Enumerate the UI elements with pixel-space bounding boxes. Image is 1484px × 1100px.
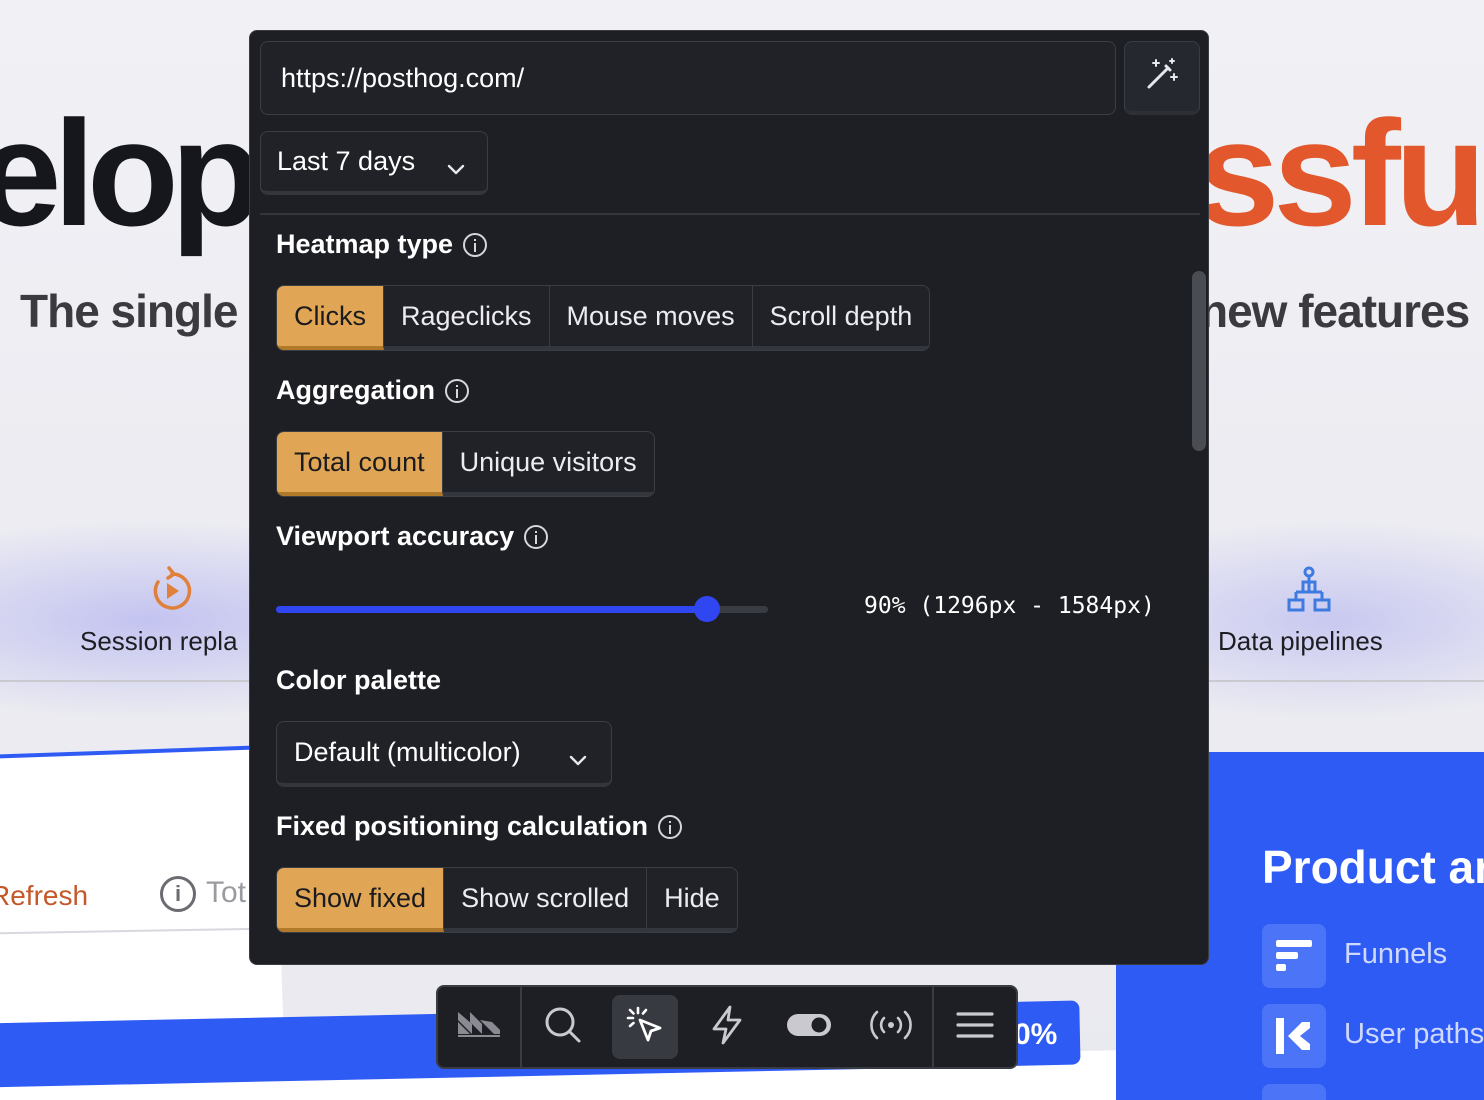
color-palette-select[interactable]: Default (multicolor)	[276, 721, 612, 787]
aggregation-selector: Total count Unique visitors	[276, 431, 655, 497]
slider-handle[interactable]	[694, 596, 720, 622]
user-paths-icon	[1262, 1004, 1326, 1068]
heatmap-type-clicks[interactable]: Clicks	[277, 286, 384, 350]
info-icon[interactable]	[658, 814, 683, 839]
section-title: Aggregation	[276, 375, 435, 405]
hero-heading-fragment: ssful	[1196, 89, 1484, 257]
fixed-positioning-hide[interactable]: Hide	[647, 868, 737, 932]
magic-wand-icon	[1144, 56, 1180, 97]
heatmap-type-selector: Clicks Rageclicks Mouse moves Scroll dep…	[276, 285, 931, 351]
search-button[interactable]	[530, 995, 596, 1059]
info-icon[interactable]	[524, 524, 549, 549]
product-item-label: Funnels	[1344, 938, 1448, 970]
progress-percent: 0%	[1014, 1018, 1058, 1051]
posthog-logo-button[interactable]	[446, 995, 512, 1059]
heatmap-button[interactable]	[612, 995, 678, 1059]
aggregation-heading: Aggregation	[276, 375, 469, 406]
section-title: Fixed positioning calculation	[276, 811, 649, 841]
heatmap-type-rageclicks[interactable]: Rageclicks	[384, 286, 550, 350]
hero-subtitle-fragment: new features	[1200, 285, 1470, 337]
info-icon[interactable]	[463, 232, 488, 257]
heatmap-cursor-icon	[624, 1004, 666, 1051]
total-label: Tot	[206, 876, 247, 909]
data-pipelines-icon	[1286, 566, 1332, 619]
feature-flags-toggle-icon	[786, 1012, 832, 1043]
color-palette-heading: Color palette	[276, 665, 441, 696]
magic-wand-button[interactable]	[1124, 41, 1200, 115]
toolbar-section	[438, 987, 520, 1067]
slider-fill	[276, 606, 707, 613]
scrollbar[interactable]	[1192, 271, 1206, 451]
viewport-accuracy-heading: Viewport accuracy	[276, 521, 549, 552]
fixed-positioning-selector: Show fixed Show scrolled Hide	[276, 867, 738, 933]
session-replay-icon	[150, 566, 194, 617]
product-item-funnels[interactable]: Funnels	[1262, 924, 1484, 988]
feature-flags-button[interactable]	[776, 995, 842, 1059]
aggregation-total-count[interactable]: Total count	[277, 432, 443, 496]
search-icon	[543, 1005, 583, 1050]
actions-button[interactable]	[694, 995, 760, 1059]
menu-button[interactable]	[942, 995, 1008, 1059]
actions-bolt-icon	[710, 1005, 744, 1050]
product-analytics-title: Product ar	[1262, 841, 1484, 893]
product-item-more[interactable]	[1262, 1084, 1484, 1100]
posthog-toolbar	[436, 985, 1018, 1069]
section-title: Color palette	[276, 665, 442, 695]
toolbar-section	[522, 987, 932, 1067]
posthog-logo-icon	[456, 1011, 502, 1043]
web-vitals-button[interactable]	[858, 995, 924, 1059]
color-palette-label: Default (multicolor)	[294, 737, 521, 767]
heatmap-type-scroll-depth[interactable]: Scroll depth	[752, 286, 930, 350]
divider	[260, 213, 1200, 215]
info-icon: i	[160, 876, 196, 912]
product-item-icon	[1262, 1084, 1326, 1100]
fixed-positioning-heading: Fixed positioning calculation	[276, 811, 683, 842]
fixed-positioning-show-fixed[interactable]: Show fixed	[277, 868, 445, 932]
heatmap-settings-panel: Last 7 days Heatmap type Clicks Rageclic…	[249, 30, 1209, 965]
info-icon[interactable]	[445, 378, 469, 403]
menu-icon	[955, 1010, 995, 1045]
refresh-link[interactable]: Refresh	[0, 880, 88, 912]
date-range-label: Last 7 days	[277, 146, 416, 176]
viewport-accuracy-value: 90% (1296px - 1584px)	[864, 593, 1155, 619]
fixed-positioning-show-scrolled[interactable]: Show scrolled	[444, 868, 648, 932]
hero-subtitle-fragment: The single	[20, 285, 238, 337]
section-title: Viewport accuracy	[276, 521, 515, 551]
funnel-icon	[1262, 924, 1326, 988]
chevron-down-icon	[569, 743, 587, 774]
chevron-down-icon	[447, 152, 465, 183]
date-range-select[interactable]: Last 7 days	[260, 131, 488, 195]
section-title: Heatmap type	[276, 229, 454, 259]
url-input[interactable]	[260, 41, 1116, 115]
aggregation-unique-visitors[interactable]: Unique visitors	[442, 432, 654, 496]
heatmap-type-mouse-moves[interactable]: Mouse moves	[549, 286, 753, 350]
product-item-label: User paths	[1344, 1018, 1484, 1050]
product-item-user-paths[interactable]: User paths	[1262, 1004, 1484, 1068]
heatmap-type-heading: Heatmap type	[276, 229, 488, 260]
toolbar-section	[934, 987, 1016, 1067]
feature-label: Data pipelines	[1218, 626, 1383, 656]
hero-heading-fragment: elop	[0, 89, 262, 257]
broadcast-icon	[869, 1008, 913, 1047]
feature-label: Session repla	[80, 626, 238, 656]
